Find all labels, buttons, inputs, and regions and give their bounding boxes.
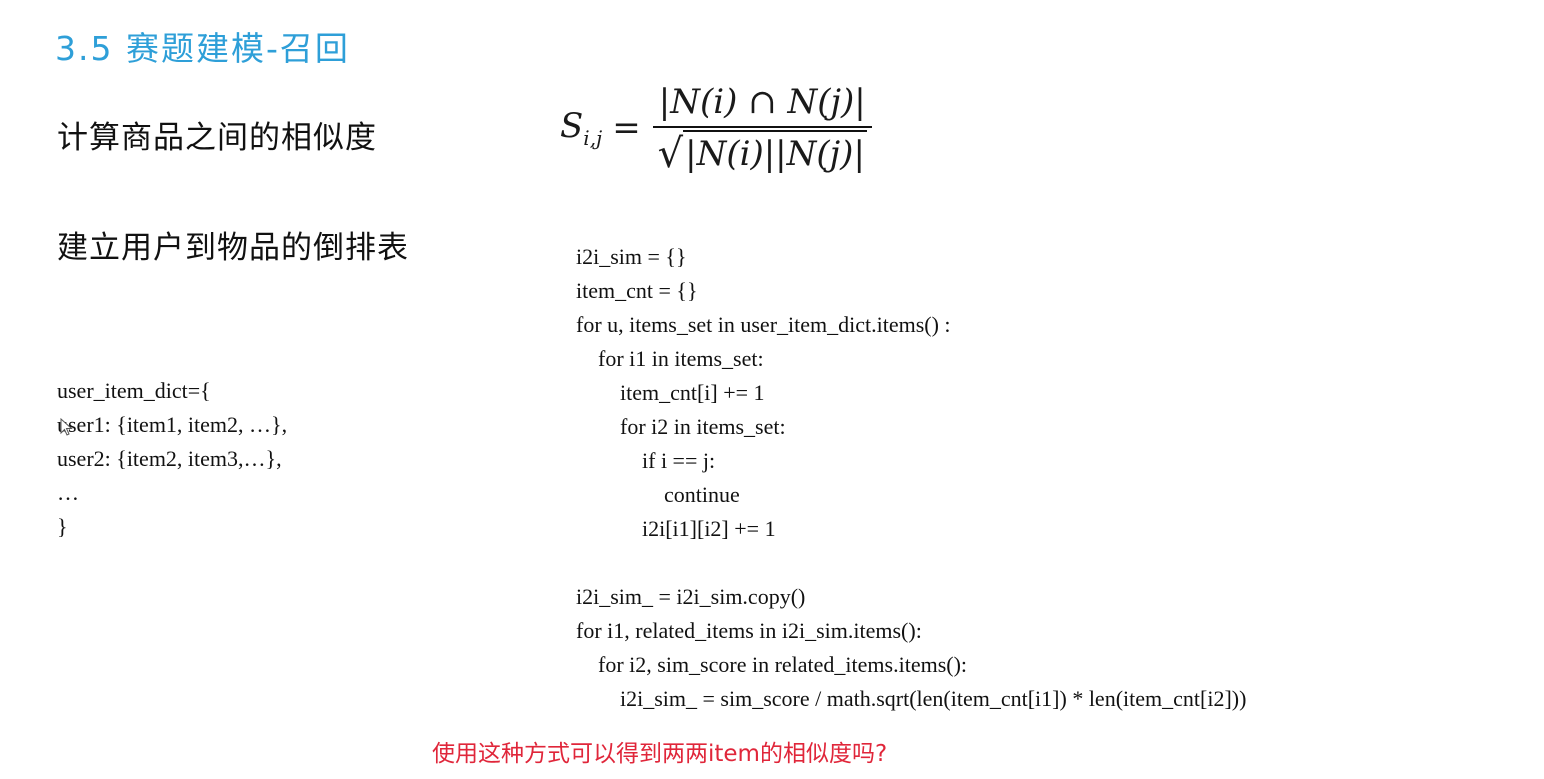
code-line: i2i_sim = {} — [576, 244, 687, 269]
similarity-formula: Si,j = |N(i) ∩ N(j)| √ |N(i)||N(j)| — [560, 82, 872, 174]
user-item-dict-block: user_item_dict={ user1: {item1, item2, …}… — [57, 340, 287, 578]
dict-line: user2: {item2, item3,…}, — [57, 446, 282, 471]
dict-line: } — [57, 514, 68, 539]
sqrt-icon: √ — [657, 131, 684, 177]
code-line: i2i[i1][i2] += 1 — [576, 516, 776, 541]
code-line: continue — [576, 482, 740, 507]
formula-lhs: Si,j — [560, 106, 602, 150]
slide-title: 3.5 赛题建模-召回 — [55, 29, 350, 68]
formula-numerator: |N(i) ∩ N(j)| — [658, 82, 866, 122]
code-line: item_cnt[i] += 1 — [576, 380, 765, 405]
code-line: for i2, sim_score in related_items.items… — [576, 652, 968, 677]
code-line: item_cnt = {} — [576, 278, 698, 303]
formula-lhs-symbol: S — [560, 106, 584, 147]
heading-item-similarity: 计算商品之间的相似度 — [57, 120, 377, 156]
code-line: if i == j: — [576, 448, 716, 473]
formula-fraction: |N(i) ∩ N(j)| √ |N(i)||N(j)| — [652, 82, 872, 174]
heading-inverted-index: 建立用户到物品的倒排表 — [57, 230, 409, 266]
code-line: for i2 in items_set: — [576, 414, 786, 439]
code-line: i2i_sim_ = i2i_sim.copy() — [576, 584, 806, 609]
formula-lhs-subscript: i,j — [583, 125, 603, 150]
code-line: for u, items_set in user_item_dict.items… — [576, 312, 951, 337]
code-line: for i1 in items_set: — [576, 346, 764, 371]
dict-line: user1: {item1, item2, …}, — [57, 412, 288, 437]
code-line: for i1, related_items in i2i_sim.items()… — [576, 618, 922, 643]
dict-line: … — [57, 480, 79, 505]
formula-denominator-group: √ |N(i)||N(j)| — [658, 128, 867, 174]
code-line: i2i_sim_ = sim_score / math.sqrt(len(ite… — [576, 686, 1247, 711]
question-text: 使用这种方式可以得到两两item的相似度吗? — [432, 741, 888, 767]
formula-denominator: |N(i)||N(j)| — [683, 130, 867, 174]
formula-equals: = — [612, 108, 641, 148]
mouse-pointer-icon — [60, 418, 73, 436]
i2i-code-block: i2i_sim = {} item_cnt = {} for u, items_se… — [576, 206, 1246, 750]
dict-line: user_item_dict={ — [57, 378, 211, 403]
